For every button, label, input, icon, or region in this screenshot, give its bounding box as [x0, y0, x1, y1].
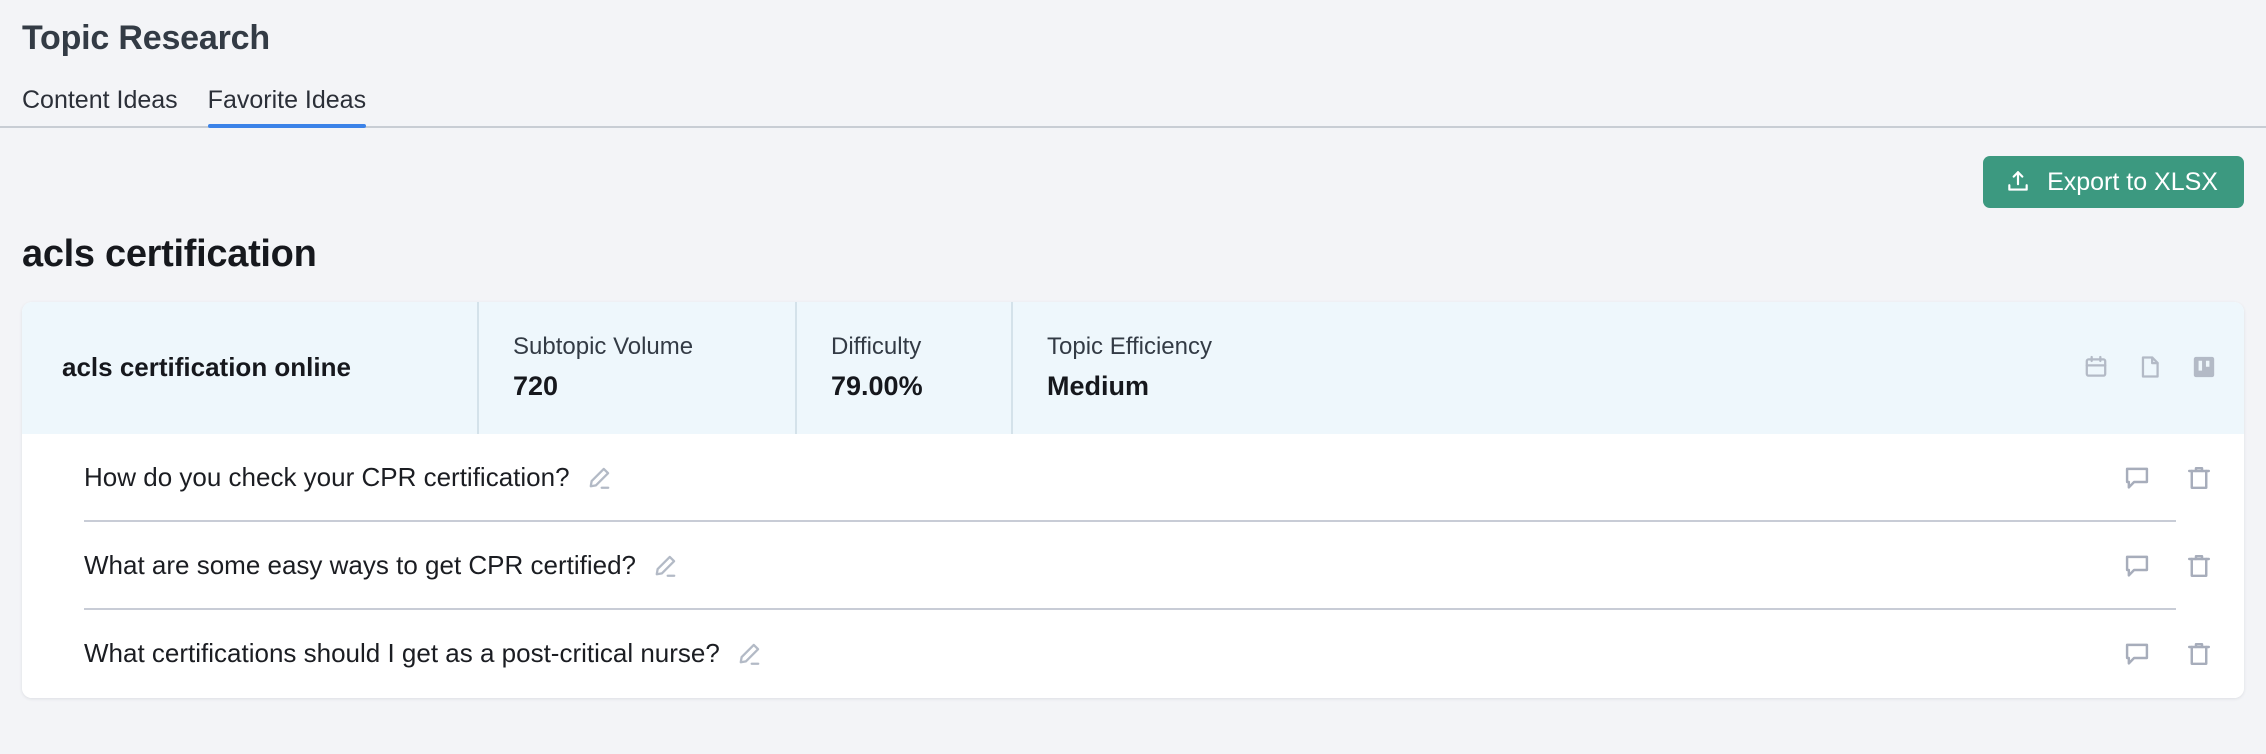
upload-icon — [2005, 169, 2031, 195]
metric-topic-efficiency-value: Medium — [1047, 371, 1150, 402]
question-actions — [2122, 551, 2218, 581]
question-actions — [2122, 463, 2218, 493]
list-item[interactable]: What are some easy ways to get CPR certi… — [22, 522, 2244, 610]
metric-topic-efficiency-label: Topic Efficiency — [1047, 333, 1212, 361]
tab-content-ideas[interactable]: Content Ideas — [22, 85, 178, 129]
metric-subtopic-volume-label: Subtopic Volume — [513, 333, 694, 361]
subtopic-actions — [2082, 302, 2218, 434]
comment-icon[interactable] — [2122, 463, 2152, 493]
list-item[interactable]: What certifications should I get as a po… — [22, 610, 2244, 698]
question-text-wrap: How do you check your CPR certification? — [22, 462, 2122, 493]
pencil-icon[interactable] — [736, 641, 762, 667]
metric-difficulty: Difficulty 79.00% — [795, 301, 1011, 434]
page-title: Topic Research — [22, 19, 270, 57]
trash-icon[interactable] — [2184, 463, 2214, 493]
tab-favorite-ideas-label: Favorite Ideas — [207, 85, 367, 114]
subtopic-keyword: acls certification online — [62, 352, 351, 383]
question-text-wrap: What certifications should I get as a po… — [22, 638, 2122, 669]
comment-icon[interactable] — [2122, 639, 2152, 669]
question-text: How do you check your CPR certification? — [84, 462, 570, 493]
tab-content-ideas-label: Content Ideas — [22, 85, 178, 114]
metric-subtopic-volume: Subtopic Volume 720 — [477, 301, 795, 434]
topic-card: acls certification online Subtopic Volum… — [22, 301, 2244, 698]
comment-icon[interactable] — [2122, 551, 2152, 581]
tab-bar: Content Ideas Favorite Ideas — [0, 85, 2266, 129]
subtopic-summary-row[interactable]: acls certification online Subtopic Volum… — [22, 301, 2244, 434]
export-to-xlsx-label: Export to XLSX — [2047, 167, 2218, 196]
tab-favorite-ideas[interactable]: Favorite Ideas — [207, 85, 367, 129]
file-icon[interactable] — [2136, 353, 2164, 381]
export-to-xlsx-button[interactable]: Export to XLSX — [1983, 156, 2244, 209]
question-actions — [2122, 639, 2218, 669]
trello-board-icon[interactable] — [2190, 353, 2218, 381]
metric-subtopic-volume-value: 720 — [513, 371, 559, 402]
question-text: What are some easy ways to get CPR certi… — [84, 550, 637, 581]
topic-title: acls certification — [22, 233, 317, 276]
page-header: Topic Research Content Ideas Favorite Id… — [0, 0, 2266, 129]
toolbar: Export to XLSX — [0, 128, 2266, 209]
topic-research-page: Topic Research Content Ideas Favorite Id… — [0, 0, 2266, 754]
question-text-wrap: What are some easy ways to get CPR certi… — [22, 550, 2122, 581]
tab-favorite-ideas-underline — [207, 124, 367, 129]
metric-difficulty-label: Difficulty — [831, 333, 922, 361]
trash-icon[interactable] — [2184, 551, 2214, 581]
pencil-icon[interactable] — [586, 465, 612, 491]
metric-difficulty-value: 79.00% — [831, 371, 923, 402]
calendar-icon[interactable] — [2082, 353, 2110, 381]
trash-icon[interactable] — [2184, 639, 2214, 669]
metric-topic-efficiency: Topic Efficiency Medium — [1011, 301, 2082, 434]
pencil-icon[interactable] — [652, 553, 678, 579]
question-text: What certifications should I get as a po… — [84, 638, 720, 669]
favorite-ideas-list: How do you check your CPR certification? — [22, 433, 2244, 698]
tab-content-ideas-underline — [22, 124, 178, 128]
list-item[interactable]: How do you check your CPR certification? — [22, 434, 2244, 522]
